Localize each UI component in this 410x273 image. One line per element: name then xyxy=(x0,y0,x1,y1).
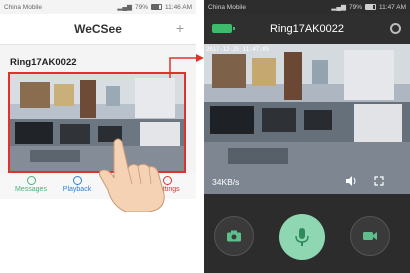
app-title: WeCSee xyxy=(74,22,122,36)
status-bar: China Mobile ▂▄▆ 79% 11:46 AM xyxy=(0,0,196,14)
status-right: ▂▄▆ 79% 11:47 AM xyxy=(331,3,406,12)
fullscreen-icon[interactable] xyxy=(374,176,384,186)
video-timestamp: 2017-12-25 11:47:05 xyxy=(206,46,269,53)
device-title: Ring17AK0022 xyxy=(269,23,344,35)
device-battery-icon xyxy=(212,24,235,33)
battery-percent: 79% xyxy=(135,3,149,11)
snapshot-button[interactable] xyxy=(214,216,254,256)
device-name: Ring17AK0022 xyxy=(10,57,77,68)
battery-icon xyxy=(151,4,163,10)
messages-icon xyxy=(26,176,36,185)
record-button[interactable] xyxy=(350,216,390,256)
playback-icon xyxy=(72,176,82,185)
signal-icon: ▂▄▆ xyxy=(117,4,132,11)
right-phone-screen: China Mobile ▂▄▆ 79% 11:47 AM Ring17AK00… xyxy=(204,0,410,273)
carrier-label: China Mobile xyxy=(4,3,42,11)
signal-icon: ▂▄▆ xyxy=(331,4,346,11)
tab-messages-label: Messages xyxy=(15,186,47,193)
add-device-icon[interactable]: + xyxy=(174,21,186,35)
video-record-icon xyxy=(363,232,377,240)
office-live-image xyxy=(204,44,410,194)
tab-playback-label: Playback xyxy=(62,186,92,193)
battery-percent: 79% xyxy=(349,3,363,11)
microphone-icon xyxy=(295,228,309,246)
speaker-icon[interactable] xyxy=(345,175,357,187)
tab-messages[interactable]: Messages xyxy=(6,176,56,193)
clock: 11:46 AM xyxy=(165,3,192,11)
bitrate-label: 34KB/s xyxy=(212,177,240,187)
live-view-header: Ring17AK0022 xyxy=(204,14,410,44)
app-header: WeCSee + xyxy=(0,14,196,45)
talk-button[interactable] xyxy=(279,214,325,260)
pointer-arrow-icon xyxy=(169,54,204,78)
live-video-feed[interactable] xyxy=(204,44,410,194)
carrier-label: China Mobile xyxy=(208,3,246,11)
status-bar: China Mobile ▂▄▆ 79% 11:47 AM xyxy=(204,0,410,14)
tapping-hand-illustration xyxy=(99,138,165,212)
clock: 11:47 AM xyxy=(379,3,406,11)
status-right: ▂▄▆ 79% 11:46 AM xyxy=(117,3,192,12)
camera-icon xyxy=(227,230,241,242)
gear-icon[interactable] xyxy=(390,23,401,34)
battery-icon xyxy=(365,4,377,10)
live-controls xyxy=(204,194,410,273)
